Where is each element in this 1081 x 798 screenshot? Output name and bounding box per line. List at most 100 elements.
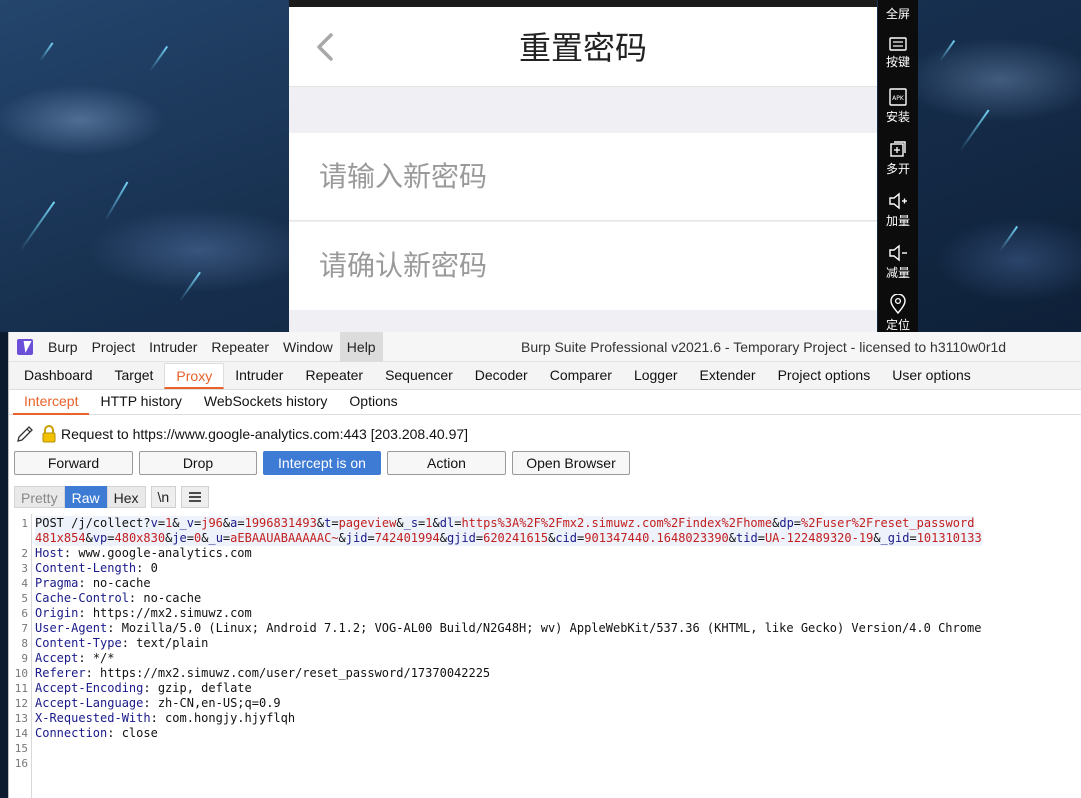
tab-proxy[interactable]: Proxy (164, 363, 225, 389)
header-colon: : (63, 546, 79, 560)
line-number: 7 (21, 622, 28, 635)
multi-instance-button[interactable]: 多开 (878, 140, 918, 177)
line-number: 12 (14, 697, 28, 710)
header-value: no-cache (143, 591, 202, 605)
subtab-http-history[interactable]: HTTP history (89, 390, 192, 415)
line-number: 6 (21, 607, 28, 620)
line-content: User-Agent: Mozilla/5.0 (Linux; Android … (35, 621, 981, 636)
param-value: 101310133 (916, 531, 982, 545)
view-raw-tab[interactable]: Raw (64, 486, 107, 508)
fullscreen-button[interactable]: 全屏 (878, 5, 918, 22)
param-value: 901347440.1648023390 (584, 531, 729, 545)
header-value: */* (92, 651, 115, 665)
request-editor[interactable]: 1 POST /j/collect?v=1&_v=j96&a=1996831493… (9, 514, 1081, 798)
install-apk-button[interactable]: APK 安装 (878, 88, 918, 125)
line-number: 2 (21, 547, 28, 560)
action-button[interactable]: Action (387, 451, 506, 475)
line-number: 11 (14, 682, 28, 695)
request-target-label: Request to https://www.google-analytics.… (61, 426, 469, 442)
view-pretty-tab[interactable]: Pretty (14, 486, 65, 508)
param-name: vp (92, 531, 108, 545)
line-number: 13 (14, 712, 28, 725)
menu-repeater[interactable]: Repeater (204, 332, 276, 362)
request-line: 5 Cache-Control: no-cache (9, 591, 1081, 606)
param-value: 1 (425, 516, 433, 530)
show-newlines-toggle[interactable]: \n (150, 486, 177, 508)
header-colon: : (78, 576, 93, 590)
tab-extender[interactable]: Extender (689, 363, 767, 389)
menu-button[interactable] (181, 486, 210, 508)
subtab-intercept[interactable]: Intercept (13, 390, 90, 415)
param-name: v (150, 516, 158, 530)
view-hex-tab[interactable]: Hex (106, 486, 146, 508)
line-content: Accept-Language: zh-CN,en-US;q=0.9 (35, 696, 281, 711)
header-value: 0 (150, 561, 158, 575)
param-name: _gid (880, 531, 910, 545)
request-line: 8 Content-Type: text/plain (9, 636, 1081, 651)
menu-help[interactable]: Help (339, 331, 383, 362)
header-name: Accept-Language (35, 696, 144, 710)
hamburger-icon (189, 492, 202, 502)
header-name: Host (35, 546, 64, 560)
emulator-toolbar: 全屏 按键 APK 安装 多开 加量 减量 定位 (878, 0, 918, 332)
header-colon: : (78, 651, 93, 665)
request-line: 481x854&vp=480x830&je=0&_u=aEBAAUABAAAAA… (9, 531, 1081, 546)
keyboard-button[interactable]: 按键 (878, 37, 918, 70)
menu-burp[interactable]: Burp (41, 332, 85, 362)
line-number: 15 (14, 742, 28, 755)
tab-dashboard[interactable]: Dashboard (13, 363, 104, 389)
line-content: Origin: https://mx2.simuwz.com (35, 606, 252, 621)
window-title: Burp Suite Professional v2021.6 - Tempor… (521, 339, 1007, 355)
drop-button[interactable]: Drop (139, 451, 257, 475)
new-password-field[interactable] (289, 133, 877, 220)
tab-project-options[interactable]: Project options (767, 363, 882, 389)
request-line: 15 (9, 741, 1081, 756)
pencil-icon[interactable] (15, 424, 35, 444)
tab-user-options[interactable]: User options (881, 363, 982, 389)
intercept-toggle-button[interactable]: Intercept is on (263, 451, 381, 475)
header-name: Content-Length (35, 561, 137, 575)
subtab-options[interactable]: Options (338, 390, 408, 415)
tab-target[interactable]: Target (104, 363, 165, 389)
volume-down-button[interactable]: 减量 (878, 244, 918, 281)
tab-intruder[interactable]: Intruder (224, 363, 294, 389)
tab-repeater[interactable]: Repeater (294, 363, 374, 389)
tab-sequencer[interactable]: Sequencer (374, 363, 464, 389)
param-separator: & (728, 531, 737, 545)
header-name: X-Requested-With (35, 711, 151, 725)
tab-comparer[interactable]: Comparer (539, 363, 623, 389)
param-name: jid (345, 531, 368, 545)
menu-intruder[interactable]: Intruder (142, 332, 204, 362)
subtab-websockets-history[interactable]: WebSockets history (193, 390, 338, 415)
header-name: Pragma (35, 576, 79, 590)
param-equals: = (909, 531, 917, 545)
menu-window[interactable]: Window (276, 332, 340, 362)
header-name: Cache-Control (35, 591, 129, 605)
param-value: pageview (338, 516, 397, 530)
phone-screen: 重置密码 (289, 0, 877, 332)
header-colon: : (128, 591, 144, 605)
line-content: Content-Type: text/plain (35, 636, 208, 651)
open-browser-button[interactable]: Open Browser (512, 451, 630, 475)
menu-project[interactable]: Project (85, 332, 143, 362)
location-button[interactable]: 定位 (878, 294, 918, 333)
request-line: 7 User-Agent: Mozilla/5.0 (Linux; Android… (9, 621, 1081, 636)
volume-up-button[interactable]: 加量 (878, 192, 918, 229)
forward-button[interactable]: Forward (14, 451, 133, 475)
header-value: Mozilla/5.0 (Linux; Android 7.1.2; VOG-A… (121, 621, 982, 635)
header-colon: : (78, 606, 93, 620)
main-tabs: Dashboard Target Proxy Intruder Repeater… (9, 362, 1081, 390)
param-value: aEBAAUABAAAAAC~ (230, 531, 339, 545)
header-name: User-Agent (35, 621, 108, 635)
confirm-password-field[interactable] (289, 222, 877, 310)
volume-down-icon (889, 244, 907, 262)
burp-window: Burp Project Intruder Repeater Window He… (8, 331, 1081, 798)
param-equals: = (793, 516, 802, 530)
header-name: Accept (35, 651, 79, 665)
tab-decoder[interactable]: Decoder (464, 363, 539, 389)
tab-logger[interactable]: Logger (623, 363, 689, 389)
param-separator: & (873, 531, 881, 545)
param-equals: = (186, 531, 194, 545)
line-content: Accept-Encoding: gzip, deflate (35, 681, 252, 696)
confirm-password-row (289, 222, 877, 310)
